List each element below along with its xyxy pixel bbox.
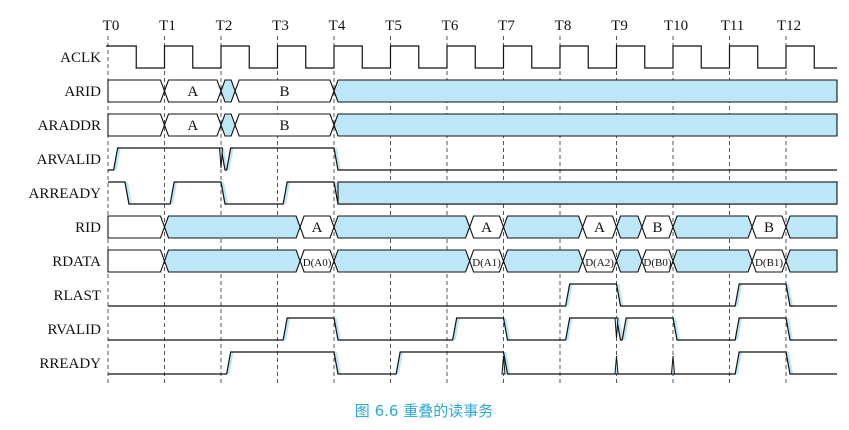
level-wave (108, 147, 837, 171)
signal-araddr: AB (107, 113, 838, 137)
level-wave (108, 283, 837, 307)
time-tick-labels: T0 T1 T2 T3 T4 T5 T6 T7 T8 T9 T10 T11 T12 (103, 18, 801, 34)
signal-arid: AB (107, 79, 838, 103)
bus-invalid-segment (785, 249, 838, 273)
bus-value-label: B (652, 220, 662, 236)
time-label-t11: T11 (721, 18, 745, 34)
bus-invalid-segment (220, 113, 236, 137)
time-label-t5: T5 (385, 18, 402, 34)
signal-arready (108, 181, 838, 205)
bus-value-label: A (187, 84, 198, 100)
bus-valid-segment (107, 79, 166, 103)
bus-invalid-segment (220, 79, 236, 103)
bus-value-label: D(A0) (303, 257, 332, 269)
bus-valid-segment (107, 215, 166, 239)
signal-label-rid: RID (75, 220, 101, 236)
level-wave (108, 351, 837, 375)
signal-labels: ACLK ARID ARADDR ARVALID ARREADY RID RDATA RLAS… (28, 50, 101, 372)
bus-invalid-segment (333, 215, 471, 239)
signal-label-rready: RREADY (39, 356, 101, 372)
glitch-pulse (614, 355, 619, 375)
signal-arvalid (108, 147, 837, 171)
clock-wave (106, 45, 837, 69)
signal-label-rlast: RLAST (53, 288, 101, 304)
signal-label-araddr: ARADDR (38, 118, 101, 134)
level-wave (108, 317, 837, 341)
signal-rid: AAABB (107, 215, 838, 239)
bus-invalid-segment (672, 249, 753, 273)
signal-rdata: D(A0) D(A1) D(A2) D(B0) D(B1) (107, 249, 838, 273)
bus-value-label: D(B1) (755, 257, 783, 269)
signal-label-rdata: RDATA (52, 254, 101, 270)
signal-rvalid (108, 317, 837, 341)
bus-invalid-segment (502, 215, 584, 239)
signal-label-arvalid: ARVALID (37, 152, 102, 168)
bus-valid-segment (107, 249, 166, 273)
bus-value-label: D(B0) (643, 257, 671, 269)
time-label-t2: T2 (216, 18, 233, 34)
bus-invalid-segment (502, 249, 584, 273)
time-label-t12: T12 (777, 18, 801, 34)
signal-rready (108, 351, 837, 375)
time-label-t0: T0 (103, 18, 120, 34)
time-label-t4: T4 (329, 18, 346, 34)
bus-invalid-segment (333, 249, 471, 273)
bus-value-label: A (187, 118, 198, 134)
time-label-t6: T6 (442, 18, 459, 34)
bus-value-label: A (312, 220, 323, 236)
bus-invalid-segment (785, 215, 838, 239)
bus-invalid-segment (672, 215, 753, 239)
bus-invalid-segment (333, 79, 838, 103)
bus-invalid-segment (615, 215, 643, 239)
bus-invalid-segment (615, 249, 643, 273)
bus-invalid-segment (163, 215, 301, 239)
bus-value-label: B (280, 84, 290, 100)
signal-label-arready: ARREADY (28, 186, 101, 202)
signal-label-rvalid: RVALID (47, 322, 101, 338)
bus-valid-segment (107, 113, 166, 137)
bus-value-label: A (481, 220, 492, 236)
time-label-t10: T10 (664, 18, 688, 34)
waveforms: A BA BA A A B BD(A0) D(A1) D(A2) D(B0) D(B1) (106, 45, 838, 375)
bus-value-label: D(A2) (585, 257, 614, 269)
glitch-pulse (614, 317, 619, 339)
timing-diagram: T0 T1 T2 T3 T4 T5 T6 T7 T8 T9 T10 T11 T12 ACLKARIDAR… (28, 18, 838, 420)
time-label-t8: T8 (555, 18, 572, 34)
glitch-pulse (670, 355, 676, 375)
bus-invalid-segment (333, 113, 838, 137)
time-label-t9: T9 (611, 18, 628, 34)
hold-region (337, 181, 838, 205)
bus-invalid-segment (163, 249, 301, 273)
figure-caption: 图 6.6 重叠的读事务 (355, 402, 493, 420)
bus-value-label: B (280, 118, 290, 134)
signal-label-aclk: ACLK (60, 50, 101, 66)
signal-rlast (108, 283, 837, 307)
time-label-t1: T1 (159, 18, 176, 34)
signal-label-arid: ARID (64, 84, 101, 100)
bus-value-label: D(A1) (472, 257, 501, 269)
signal-aclk (106, 45, 837, 69)
glitch-pulse (218, 147, 224, 169)
bus-value-label: A (594, 220, 605, 236)
bus-value-label: B (764, 220, 774, 236)
time-label-t3: T3 (272, 18, 289, 34)
time-label-t7: T7 (498, 18, 515, 34)
